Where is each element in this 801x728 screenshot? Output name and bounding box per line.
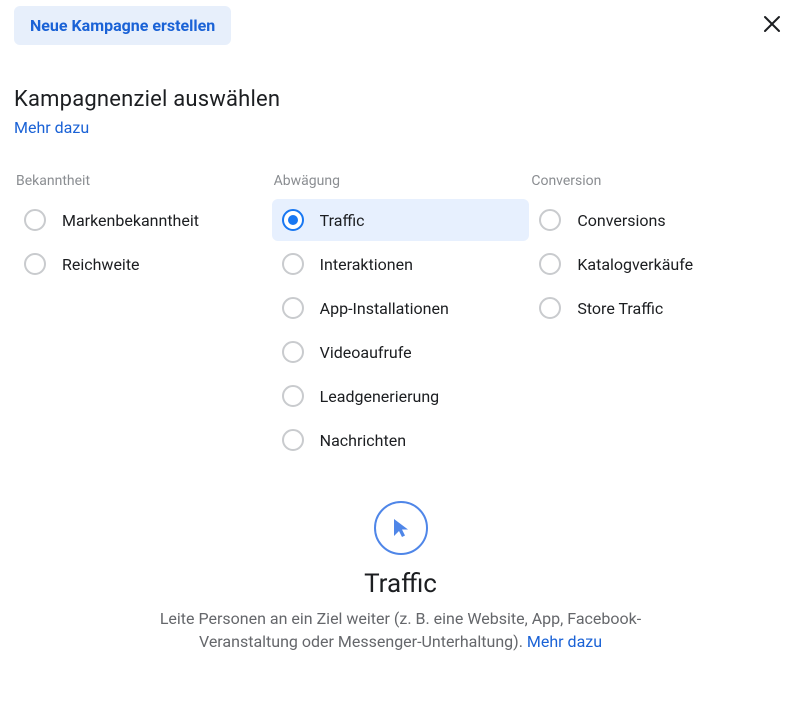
radio-icon bbox=[282, 209, 304, 231]
option-label: Markenbekanntheit bbox=[62, 211, 199, 230]
option-katalogverkaeufe[interactable]: Katalogverkäufe bbox=[529, 243, 787, 285]
option-traffic[interactable]: Traffic bbox=[272, 199, 530, 241]
option-app-installationen[interactable]: App-Installationen bbox=[272, 287, 530, 329]
option-conversions[interactable]: Conversions bbox=[529, 199, 787, 241]
radio-icon bbox=[539, 209, 561, 231]
option-label: Nachrichten bbox=[320, 431, 406, 450]
option-label: Traffic bbox=[320, 211, 365, 230]
option-interaktionen[interactable]: Interaktionen bbox=[272, 243, 530, 285]
close-button[interactable] bbox=[763, 6, 787, 38]
radio-icon bbox=[282, 341, 304, 363]
option-reichweite[interactable]: Reichweite bbox=[14, 243, 272, 285]
radio-icon bbox=[539, 297, 561, 319]
option-nachrichten[interactable]: Nachrichten bbox=[272, 419, 530, 461]
option-label: App-Installationen bbox=[320, 299, 449, 318]
new-campaign-pill-label: Neue Kampagne erstellen bbox=[30, 16, 215, 35]
objective-detail-title: Traffic bbox=[14, 569, 787, 599]
cursor-icon bbox=[374, 501, 428, 555]
option-label: Katalogverkäufe bbox=[577, 255, 693, 274]
column-consideration: Abwägung Traffic Interaktionen App-Insta… bbox=[272, 173, 530, 463]
radio-icon bbox=[282, 297, 304, 319]
option-videoaufrufe[interactable]: Videoaufrufe bbox=[272, 331, 530, 373]
radio-icon bbox=[282, 385, 304, 407]
option-label: Videoaufrufe bbox=[320, 343, 412, 362]
objective-detail-description: Leite Personen an ein Ziel weiter (z. B.… bbox=[121, 607, 681, 653]
option-store-traffic[interactable]: Store Traffic bbox=[529, 287, 787, 329]
radio-icon bbox=[24, 253, 46, 275]
radio-icon bbox=[282, 253, 304, 275]
close-icon bbox=[763, 12, 781, 39]
column-awareness: Bekanntheit Markenbekanntheit Reichweite bbox=[14, 173, 272, 463]
objective-details: Traffic Leite Personen an ein Ziel weite… bbox=[14, 501, 787, 653]
option-label: Conversions bbox=[577, 211, 665, 230]
option-label: Leadgenerierung bbox=[320, 387, 439, 406]
new-campaign-pill[interactable]: Neue Kampagne erstellen bbox=[14, 6, 231, 45]
option-label: Reichweite bbox=[62, 255, 140, 274]
page-title: Kampagnenziel auswählen bbox=[14, 87, 787, 112]
learn-more-link[interactable]: Mehr dazu bbox=[14, 118, 89, 137]
radio-icon bbox=[282, 429, 304, 451]
column-conversion: Conversion Conversions Katalogverkäufe S… bbox=[529, 173, 787, 463]
option-leadgenerierung[interactable]: Leadgenerierung bbox=[272, 375, 530, 417]
radio-icon bbox=[539, 253, 561, 275]
column-header-conversion: Conversion bbox=[529, 173, 787, 189]
option-markenbekanntheit[interactable]: Markenbekanntheit bbox=[14, 199, 272, 241]
option-label: Store Traffic bbox=[577, 299, 663, 318]
radio-icon bbox=[24, 209, 46, 231]
column-header-awareness: Bekanntheit bbox=[14, 173, 272, 189]
option-label: Interaktionen bbox=[320, 255, 413, 274]
column-header-consideration: Abwägung bbox=[272, 173, 530, 189]
objective-detail-learn-more-link[interactable]: Mehr dazu bbox=[527, 632, 602, 651]
